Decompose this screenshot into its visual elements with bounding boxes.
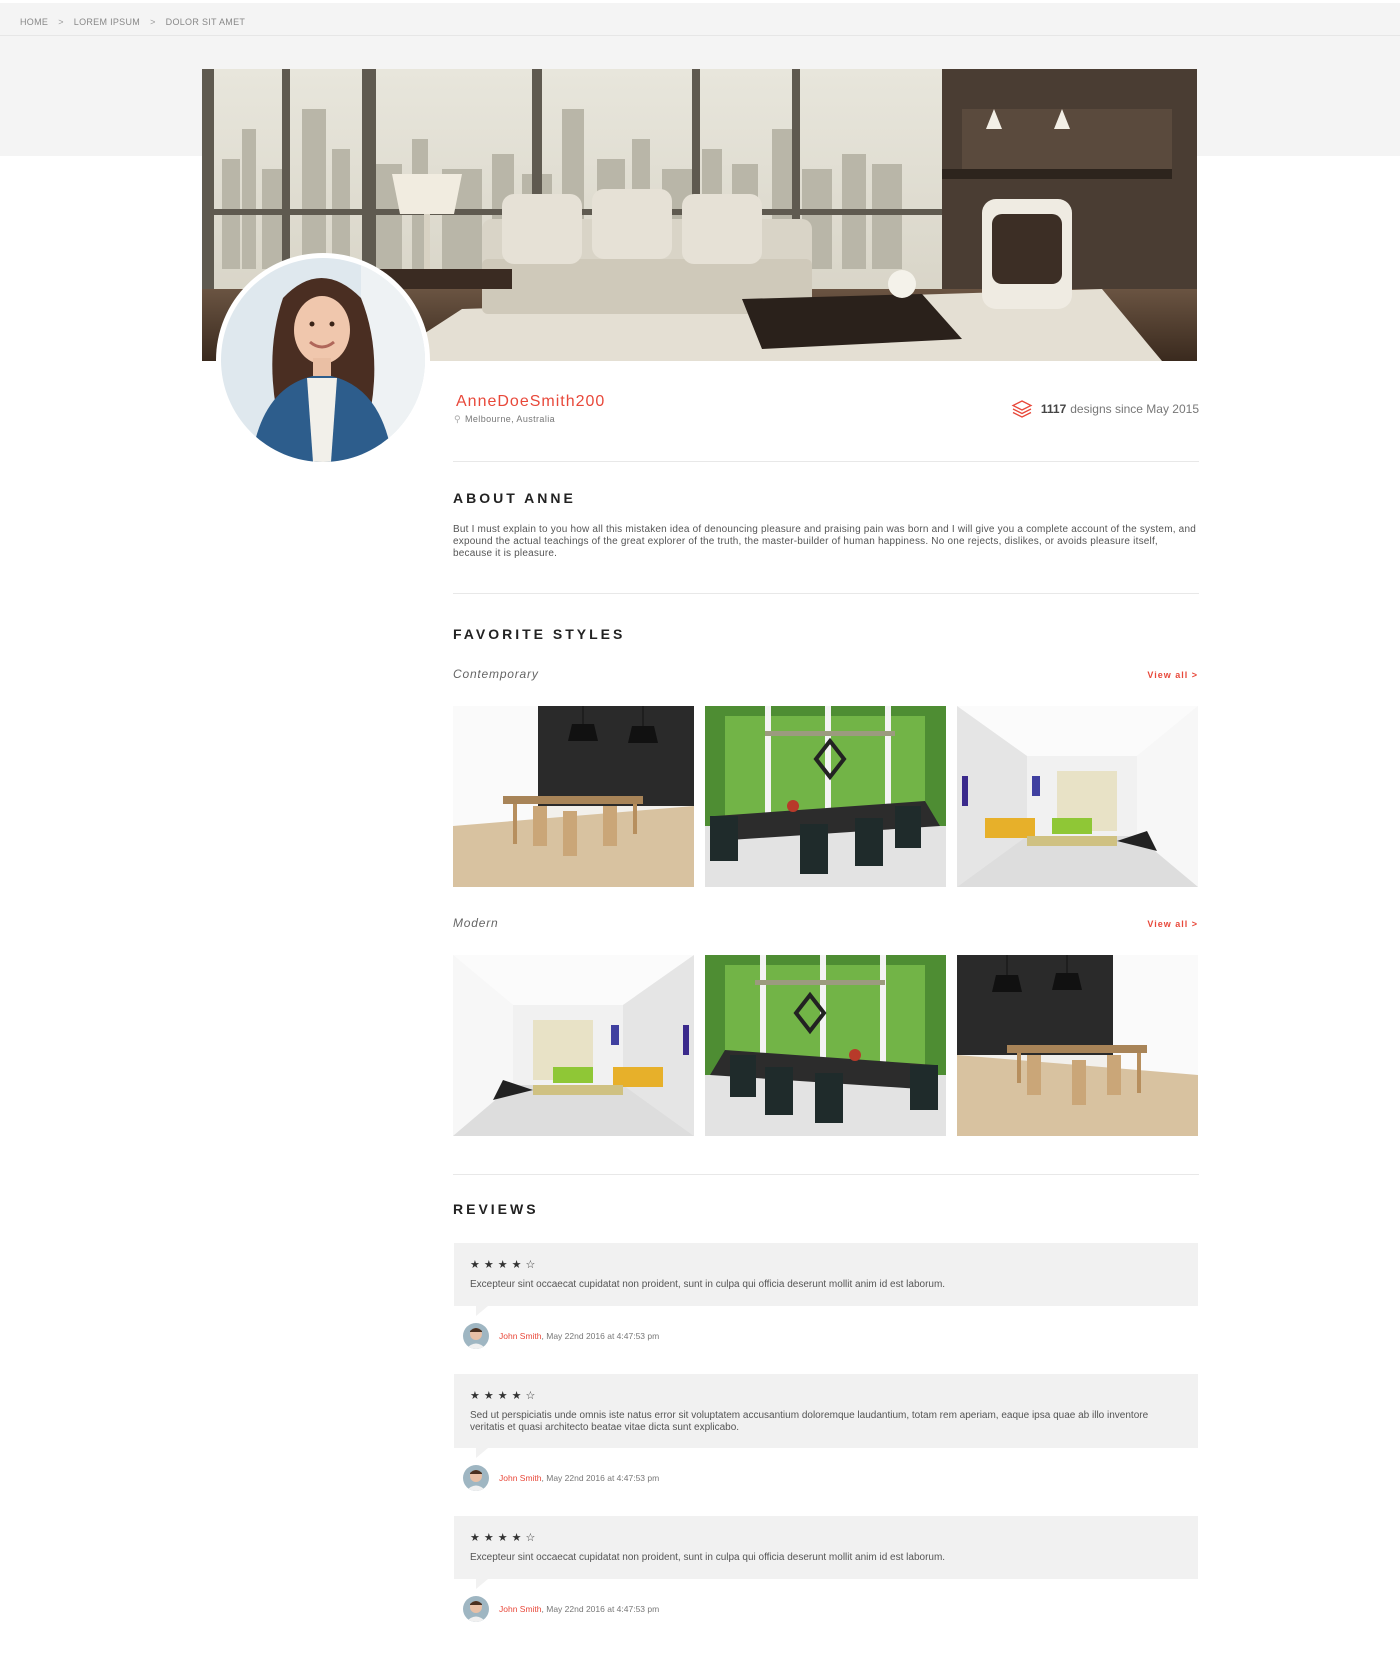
reviewer-avatar[interactable] [463, 1596, 489, 1622]
reviewer-name-link[interactable]: John Smith [499, 1331, 542, 1341]
style-thumbnail[interactable] [453, 706, 694, 887]
style-thumbnail[interactable] [957, 955, 1198, 1136]
style-thumbnail[interactable] [705, 955, 946, 1136]
review-date: , May 22nd 2016 at 4:47:53 pm [541, 1331, 660, 1341]
review-author: John Smith, May 22nd 2016 at 4:47:53 pm [463, 1465, 659, 1491]
breadcrumb-divider [0, 35, 1400, 36]
review-text: Excepteur sint occaecat cupidatat non pr… [470, 1279, 946, 1290]
review-author: John Smith, May 22nd 2016 at 4:47:53 pm [463, 1323, 659, 1349]
star-rating: ★★★★☆ [470, 1390, 540, 1402]
breadcrumb-lorem-link[interactable]: LOREM IPSUM [74, 17, 140, 27]
breadcrumb-home-link[interactable]: HOME [20, 17, 48, 27]
section-divider [453, 1174, 1199, 1175]
about-text: But I must explain to you how all this m… [453, 524, 1196, 559]
favorite-styles-title: FAVORITE STYLES [453, 626, 626, 642]
reviewer-avatar[interactable] [463, 1323, 489, 1349]
location-pin-icon: ⚲ [454, 414, 461, 424]
profile-location: ⚲ Melbourne, Australia [454, 414, 555, 425]
profile-avatar[interactable] [216, 253, 430, 467]
style-name-contemporary: Contemporary [453, 667, 539, 681]
style-name-modern: Modern [453, 916, 499, 930]
breadcrumb: HOME > LOREM IPSUM > DOLOR SIT AMET [20, 17, 245, 27]
profile-username[interactable]: AnneDoeSmith200 [456, 393, 605, 411]
designs-suffix: designs since May 2015 [1070, 402, 1199, 416]
star-rating: ★★★★☆ [470, 1532, 540, 1544]
review-date: , May 22nd 2016 at 4:47:53 pm [541, 1604, 660, 1614]
review-text: Excepteur sint occaecat cupidatat non pr… [470, 1552, 946, 1563]
reviewer-name-link[interactable]: John Smith [499, 1604, 542, 1614]
location-text: Melbourne, Australia [465, 414, 556, 424]
star-rating: ★★★★☆ [470, 1259, 540, 1271]
breadcrumb-current: DOLOR SIT AMET [165, 17, 246, 27]
contemporary-gallery [453, 706, 1198, 887]
view-all-contemporary-link[interactable]: View all > [1147, 670, 1198, 680]
review-card: ★★★★☆ Excepteur sint occaecat cupidatat … [454, 1243, 1198, 1316]
style-thumbnail[interactable] [957, 706, 1198, 887]
view-all-modern-link[interactable]: View all > [1147, 919, 1198, 929]
style-thumbnail[interactable] [453, 955, 694, 1136]
reviewer-avatar[interactable] [463, 1465, 489, 1491]
reviewer-name-link[interactable]: John Smith [499, 1473, 542, 1483]
review-text: Sed ut perspiciatis unde omnis iste natu… [470, 1410, 1149, 1433]
layers-icon [1011, 400, 1033, 418]
designs-count: 1117 designs since May 2015 [1011, 399, 1199, 419]
modern-gallery [453, 955, 1198, 1136]
section-divider [453, 593, 1199, 594]
section-divider [453, 461, 1199, 462]
designs-number: 1117 [1040, 402, 1067, 416]
review-card: ★★★★☆ Excepteur sint occaecat cupidatat … [454, 1516, 1198, 1589]
review-author: John Smith, May 22nd 2016 at 4:47:53 pm [463, 1596, 659, 1622]
style-thumbnail[interactable] [705, 706, 946, 887]
about-title: ABOUT ANNE [453, 490, 576, 506]
breadcrumb-separator: > [150, 17, 156, 27]
breadcrumb-separator: > [58, 17, 64, 27]
reviews-title: REVIEWS [453, 1201, 539, 1217]
review-card: ★★★★☆ Sed ut perspiciatis unde omnis ist… [454, 1374, 1198, 1458]
review-date: , May 22nd 2016 at 4:47:53 pm [541, 1473, 660, 1483]
